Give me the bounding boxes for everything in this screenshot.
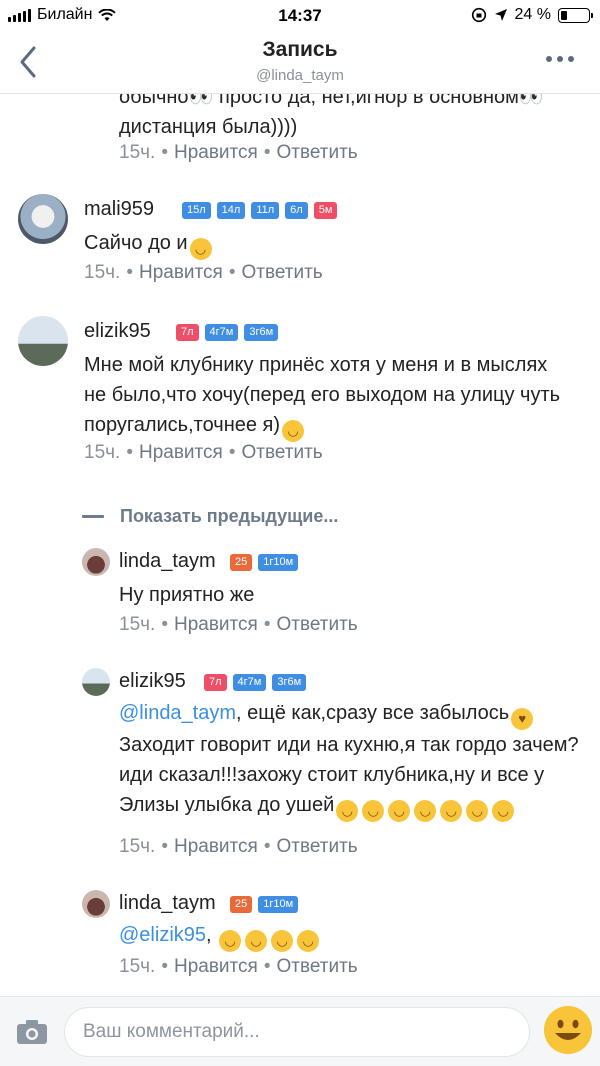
badge: 1г10м [258,554,299,571]
mention-link[interactable]: @linda_taym [119,702,236,724]
laughing-tears-emoji-icon: ◡ [297,930,320,952]
relieved-emoji-icon: ◡ [388,800,411,822]
comment-text: Ну приятно же [119,584,255,606]
laughing-tears-emoji-icon: ◡ [271,930,294,952]
badge: 15л [182,202,211,219]
like-link[interactable]: Нравится [174,142,258,163]
avatar[interactable] [82,890,110,918]
username[interactable]: elizik95 [119,670,186,693]
relieved-emoji-icon: ◡ [466,800,489,822]
avatar[interactable] [82,668,110,696]
badges: 15л 14л 11л 6л 5м [182,202,338,219]
relieved-emoji-icon: ◡ [362,800,385,822]
badges: 7л 4г7м 3г6м [204,674,307,691]
reply-link[interactable]: Ответить [241,262,322,283]
comment-meta: 15ч. • Нравится • Ответить [84,442,323,463]
comment-text: @elizik95, ◡ ◡ ◡ ◡ [119,920,579,952]
badges: 25 1г10м [230,554,299,571]
badge: 25 [230,896,253,913]
comment-time: 15ч. [119,956,156,977]
reply-link[interactable]: Ответить [276,956,357,977]
reply-link[interactable]: Ответить [276,142,357,163]
battery-icon [558,7,593,23]
like-link[interactable]: Нравится [174,614,258,635]
like-link[interactable]: Нравится [139,442,223,463]
relieved-emoji-icon: ◡ [440,800,463,822]
comment-input[interactable]: Ваш комментарий... [64,1007,530,1057]
badge: 14л [216,202,246,219]
badge: 11л [251,202,280,219]
status-bar: Билайн 14:37 24 % [0,0,600,32]
comment-time: 15ч. [84,442,121,463]
badge: 7л [204,674,227,691]
comment-time: 15ч. [119,614,156,635]
mention-link[interactable]: @elizik95 [119,924,206,946]
battery-percent: 24 % [514,6,551,23]
comment-text: Сайчо до и ◡ [84,228,574,260]
like-link[interactable]: Нравится [174,836,258,857]
comment-meta: 15ч. • Нравится • Ответить [119,956,358,977]
page-title: Запись [262,38,338,61]
badge: 25 [230,554,253,571]
reply-link[interactable]: Ответить [241,442,322,463]
badge: 6л [285,202,308,219]
relieved-emoji-icon: ◡ [492,800,515,822]
badges: 7л 4г7м 3г6м [176,324,279,341]
comment-meta: 15ч. • Нравится • Ответить [119,614,358,635]
like-link[interactable]: Нравится [174,956,258,977]
relieved-emoji-icon: ◡ [336,800,359,822]
badge: 3г6м [272,674,307,691]
comment-text: Мне мой клубнику принёс хотя у меня и в … [84,350,574,442]
badge: 7л [176,324,199,341]
smile-emoji-icon[interactable] [544,1006,592,1054]
camera-icon[interactable] [16,1019,48,1045]
comment-time: 15ч. [119,142,156,163]
badge: 3г6м [244,324,279,341]
username[interactable]: elizik95 [84,320,151,343]
heart-eyes-emoji-icon: ♥ [511,708,534,730]
avatar[interactable] [18,316,68,366]
comment-time: 15ч. [84,262,121,283]
comments-feed[interactable]: обычно👀 просто да, нет,игнор в основном👀… [0,84,600,996]
avatar[interactable] [82,548,110,576]
username[interactable]: linda_taym [119,550,216,573]
like-link[interactable]: Нравится [139,262,223,283]
dash-icon [82,515,104,518]
laughing-tears-emoji-icon: ◡ [245,930,268,952]
badges: 25 1г10м [230,896,299,913]
username[interactable]: mali959 [84,198,154,221]
comment-text: @linda_taym, ещё как,сразу все забылось ♥… [119,698,579,822]
rotation-lock-icon [471,7,486,23]
badge: 5м [313,202,338,219]
grin-sweat-emoji-icon: ◡ [189,238,212,260]
page-subtitle[interactable]: @linda_taym [0,67,600,84]
badge: 4г7м [204,324,239,341]
more-dots-icon[interactable] [546,56,574,62]
comment-composer: Ваш комментарий... [0,996,600,1066]
reply-link[interactable]: Ответить [276,614,357,635]
comment-meta: 15ч. • Нравится • Ответить [119,142,358,163]
reply-link[interactable]: Ответить [276,836,357,857]
comment-time: 15ч. [119,836,156,857]
avatar[interactable] [18,194,68,244]
relieved-emoji-icon: ◡ [414,800,437,822]
divider [0,93,600,94]
comment-meta: 15ч. • Нравится • Ответить [119,836,358,857]
laughing-tears-emoji-icon: ◡ [219,930,242,952]
badge: 4г7м [232,674,267,691]
nav-bar: Запись @linda_taym [0,32,600,94]
location-arrow-icon [494,9,507,21]
username[interactable]: linda_taym [119,892,216,915]
show-previous-button[interactable]: Показать предыдущие... [82,506,338,527]
laughing-tears-emoji-icon: ◡ [282,420,305,442]
badge: 1г10м [258,896,299,913]
comment-meta: 15ч. • Нравится • Ответить [84,262,323,283]
show-previous-label: Показать предыдущие... [120,506,339,526]
